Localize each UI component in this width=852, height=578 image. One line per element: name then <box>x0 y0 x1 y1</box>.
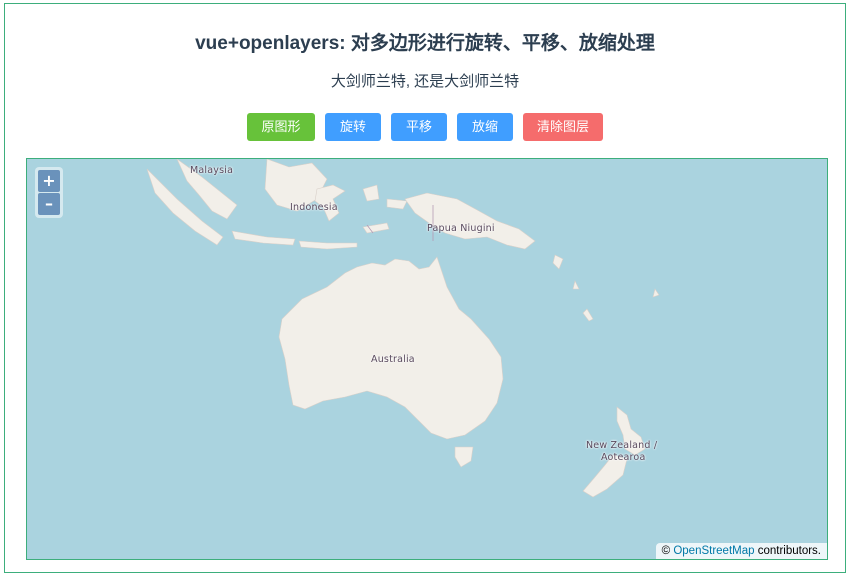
app-container: vue+openlayers: 对多边形进行旋转、平移、放缩处理 大剑师兰特, … <box>4 3 846 573</box>
zoom-control: + – <box>35 167 63 218</box>
rotate-button[interactable]: 旋转 <box>325 113 381 141</box>
label-australia: Australia <box>371 354 415 365</box>
page-title: vue+openlayers: 对多边形进行旋转、平移、放缩处理 <box>195 33 655 54</box>
page-subtitle: 大剑师兰特, 还是大剑师兰特 <box>330 73 520 90</box>
openstreetmap-link[interactable]: OpenStreetMap <box>673 545 754 557</box>
label-new-zealand: New Zealand / <box>586 440 658 451</box>
label-malaysia: Malaysia <box>190 165 234 176</box>
zoom-in-button[interactable]: + <box>38 170 60 192</box>
scale-button[interactable]: 放缩 <box>457 113 513 141</box>
map-view[interactable]: Malaysia Indonesia Papua Niugini Austral… <box>26 158 828 560</box>
zoom-out-button[interactable]: – <box>38 193 60 215</box>
original-shape-button[interactable]: 原图形 <box>247 113 315 141</box>
label-indonesia: Indonesia <box>290 202 338 213</box>
map-tiles <box>27 159 827 559</box>
map-attribution: © OpenStreetMap contributors. <box>655 543 827 559</box>
toolbar: 原图形 旋转 平移 放缩 清除图层 <box>5 113 845 141</box>
translate-button[interactable]: 平移 <box>391 113 447 141</box>
attribution-suffix: contributors. <box>757 545 821 557</box>
label-papua-niugini: Papua Niugini <box>427 223 495 234</box>
attribution-copyright: © <box>661 545 671 557</box>
label-aotearoa: Aotearoa <box>601 452 646 463</box>
clear-layer-button[interactable]: 清除图层 <box>523 113 603 141</box>
